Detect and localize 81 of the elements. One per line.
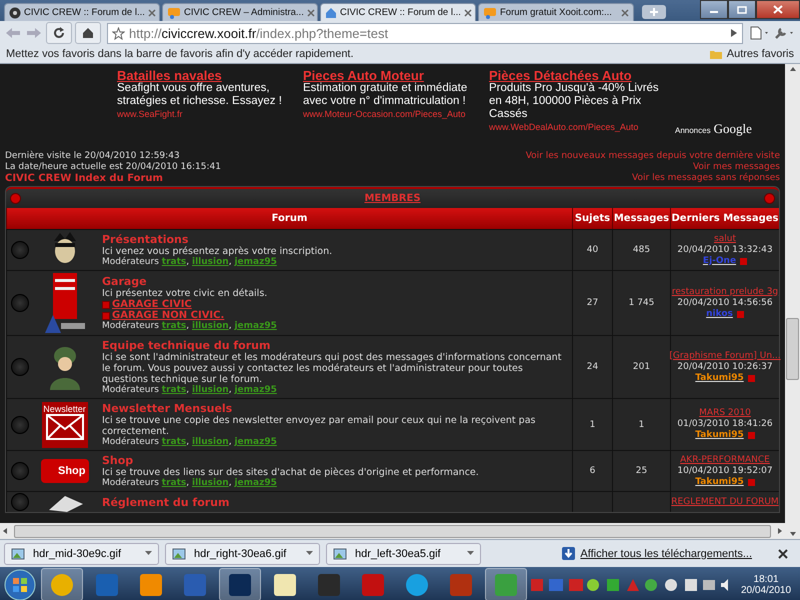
last-post-author-link[interactable]: Takumi95 (695, 476, 744, 488)
browser-tab[interactable]: Forum gratuit Xooit.com:... (478, 3, 634, 21)
current-date-text: La date/heure actuelle est 20/04/2010 16:15:41 (5, 162, 221, 173)
posts-count: 1 (638, 420, 644, 430)
last-post-link[interactable]: restauration prelude 3g (672, 286, 778, 298)
last-post-date: 01/03/2010 18:41:26 (677, 419, 773, 430)
last-post-link[interactable]: MARS 2010 (699, 408, 751, 419)
forum-title-link[interactable]: Présentations (102, 233, 188, 246)
topics-count: 1 (590, 420, 596, 430)
ad-text: Estimation gratuite et immédiate avec votre n° d'immatriculation ! (303, 82, 468, 108)
column-header: Forum (6, 208, 572, 229)
forum-description: Ici se trouve des liens sur des sites d'achat de pièces d'origine et performance. (102, 467, 479, 478)
taskbar-clock[interactable]: 18:01 20/04/2010 (735, 574, 798, 596)
forum-title-link[interactable]: Shop (102, 454, 134, 467)
shop-icon: Shop (40, 459, 88, 483)
forum-description: Ici se sont l'administrateur et les modérateurs qui post des messages d'informations concernant le forum. Vous pouvez aussi y contactez les modérateurs et l'administrateur pour toutes questions technique sur le forum. (102, 352, 562, 385)
ad-text: Produits Pro Jusqu'à -40% Livrés en 48H, 100000 Pièces à Prix Cassés (489, 82, 660, 121)
last-post-date: 20/04/2010 14:56:56 (677, 298, 773, 308)
forum-title-link[interactable]: Garage (102, 275, 147, 288)
posts-count: 25 (636, 466, 648, 476)
column-header: Derniers Messages (670, 208, 779, 229)
last-post-author-link[interactable]: Takumi95 (695, 430, 744, 441)
column-header: Messages (612, 208, 670, 229)
forum-description: Ici se trouve une copie des newsletter envoyez par email pour ceux qui ne la reçoivent pas correctement. (102, 415, 536, 437)
last-post-link[interactable]: [Graphisme Forum] Un... (669, 350, 781, 362)
topics-count: 6 (590, 466, 596, 476)
moderators-line: Modérateurs trats, illusion, jemaz95 (102, 257, 277, 267)
last-visit-text: Dernière visite le 20/04/2010 12:59:43 (5, 151, 181, 162)
last-post-author-link[interactable]: Ej-One (702, 256, 736, 266)
browser-tab[interactable]: CIVIC CREW – Administra... (162, 3, 318, 21)
search-link[interactable]: Voir les messages sans réponses (632, 173, 780, 184)
topics-count: 24 (586, 362, 598, 372)
ad-text: Seafight vous offre aventures, stratégies et richesse. Essayez ! (117, 82, 283, 108)
bookmarks-hint: Mettez vos favoris dans la barre de favoris afin d'y accéder rapidement. (6, 48, 354, 60)
topics-count: 40 (586, 245, 598, 255)
address-bar[interactable]: http://civiccrew.xooit.fr/index.php?theme=test (107, 22, 743, 44)
category-link[interactable]: MEMBRES (364, 193, 421, 204)
last-post-link[interactable]: salut (714, 234, 736, 244)
moderators-line: Modérateurs trats, illusion, jemaz95 (102, 437, 277, 447)
subforum-link[interactable]: GARAGE CIVIC (102, 299, 192, 310)
last-post-author-link[interactable]: Takumi95 (695, 372, 744, 384)
other-bookmarks-link[interactable]: Autres favoris (726, 48, 794, 60)
url-text: http://civiccrew.xooit.fr/index.php?theme=test (129, 26, 390, 40)
posts-count: 485 (632, 245, 650, 255)
ad-title-link[interactable]: Pièces Détachées Auto (489, 69, 667, 82)
show-all-downloads-link[interactable]: Afficher tous les téléchargements... (562, 547, 752, 560)
ad-url[interactable]: www.WebDealAuto.com/Pieces_Auto (489, 121, 667, 134)
ad-title-link[interactable]: Pieces Auto Moteur (303, 69, 481, 82)
download-item[interactable]: hdr_left-30ea5.gif (326, 542, 481, 564)
download-item[interactable]: hdr_mid-30e9c.gif (4, 542, 159, 564)
posts-count: 1 745 (628, 298, 654, 308)
last-post-date: 20/04/2010 10:26:37 (677, 362, 773, 372)
subforum-link[interactable]: GARAGE NON CIVIC. (102, 310, 224, 321)
column-header: Sujets (572, 208, 612, 229)
ad-title-link[interactable]: Batailles navales (117, 69, 295, 82)
download-item[interactable]: hdr_right-30ea6.gif (165, 542, 320, 564)
topics-count: 27 (586, 298, 598, 308)
forum-description: Ici venez vous présentez après votre inscription. (102, 246, 332, 257)
search-link[interactable]: Voir les nouveaux messages depuis votre dernière visite (526, 151, 780, 162)
last-post-link[interactable]: REGLEMENT DU FORUM (671, 496, 779, 508)
forum-description: Ici présentez votre civic en détails. (102, 288, 268, 299)
browser-tab[interactable]: CIVIC CREW :: Forum de l... (320, 3, 476, 21)
forum-title-link[interactable]: Réglement du forum (102, 496, 230, 508)
newsletter-icon: Newsletter (42, 402, 88, 448)
search-link[interactable]: Voir mes messages (692, 162, 780, 173)
last-post-link[interactable]: AKR-PERFORMANCE (680, 454, 770, 466)
moderators-line: Modérateurs trats, illusion, jemaz95 (102, 385, 277, 395)
moderators-line: Modérateurs trats, illusion, jemaz95 (102, 321, 277, 331)
forum-title-link[interactable]: Equipe technique du forum (102, 339, 270, 352)
ads-label[interactable]: Annonces (675, 124, 711, 137)
last-post-date: 10/04/2010 19:52:07 (677, 466, 773, 476)
forum-title-link[interactable]: Newsletter Mensuels (102, 402, 232, 415)
browser-tab[interactable]: CIVIC CREW :: Forum de l... (4, 3, 160, 21)
last-post-author-link[interactable]: nikos (706, 308, 733, 320)
breadcrumb-link[interactable]: CIVIC CREW Index du Forum (5, 173, 221, 184)
ads-brand[interactable]: Google (714, 121, 752, 137)
moderators-line: Modérateurs trats, illusion, jemaz95 (102, 478, 277, 488)
ad-url[interactable]: www.Moteur-Occasion.com/Pieces_Auto (303, 108, 481, 121)
posts-count: 201 (632, 362, 650, 372)
ad-url[interactable]: www.SeaFight.fr (117, 108, 295, 121)
last-post-date: 20/04/2010 13:32:43 (677, 244, 773, 256)
